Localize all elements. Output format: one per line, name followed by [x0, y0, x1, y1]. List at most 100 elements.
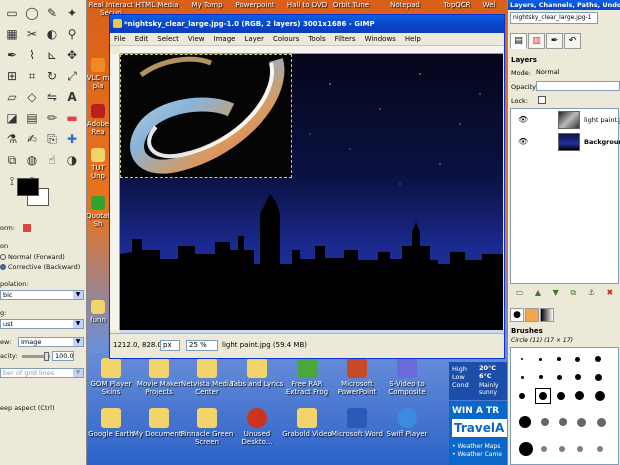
layer-row[interactable]: 👁 Background	[511, 131, 620, 153]
tab-paths[interactable]: ✒	[546, 33, 563, 49]
interpolation-select[interactable]: bic ▼	[0, 290, 84, 300]
menu-help[interactable]: Help	[405, 33, 421, 45]
bucket-fill-tool-icon[interactable]: ◪	[3, 109, 21, 127]
tab-channels[interactable]: ▥	[528, 33, 545, 49]
duplicate-layer-icon[interactable]: ⧉	[570, 288, 576, 300]
rotate-tool-icon[interactable]: ↻	[43, 67, 61, 85]
brush-item[interactable]	[541, 418, 549, 426]
anchor-layer-icon[interactable]: ⚓	[588, 288, 595, 300]
lock-alpha-checkbox[interactable]	[538, 96, 546, 104]
menu-tools[interactable]: Tools	[308, 33, 325, 45]
desktop-icon[interactable]: Swiff Player	[378, 408, 436, 438]
scale-tool-icon[interactable]: ⤢	[63, 67, 81, 85]
clone-tool-icon[interactable]: ⎘	[43, 130, 61, 148]
brush-item[interactable]	[521, 376, 524, 379]
brush-item[interactable]	[521, 358, 523, 360]
clipping-select[interactable]: ust ▼	[0, 319, 84, 329]
preview-select[interactable]: Image ▼	[18, 337, 84, 347]
desktop-icon[interactable]: VLC m pla	[86, 58, 110, 90]
desktop-icon[interactable]: Adobe Rea	[86, 104, 110, 136]
image-window-titlebar[interactable]: *nightsky_clear_large.jpg-1.0 (RGB, 2 la…	[110, 15, 504, 33]
pencil-tool-icon[interactable]: ✏	[43, 109, 61, 127]
desktop-icon[interactable]: Quotation Sh	[86, 196, 121, 228]
menu-edit[interactable]: Edit	[135, 33, 149, 45]
image-select[interactable]: nightsky_clear_large.jpg-1	[510, 12, 598, 24]
brush-item[interactable]	[539, 358, 542, 361]
brush-item[interactable]	[577, 446, 583, 452]
brush-item[interactable]	[539, 375, 543, 379]
smudge-tool-icon[interactable]: ☝	[43, 151, 61, 169]
opacity-slider-handle[interactable]	[44, 352, 49, 361]
brush-item[interactable]	[577, 418, 586, 427]
image-canvas[interactable]	[120, 54, 503, 330]
desktop-icon[interactable]: Notepad	[376, 1, 434, 9]
raise-layer-icon[interactable]: ▲	[535, 288, 541, 300]
brush-grid[interactable]	[510, 347, 619, 465]
brush-item[interactable]	[597, 446, 603, 452]
layer-opacity-slider[interactable]	[536, 81, 620, 91]
tab-undo[interactable]: ↶	[564, 33, 581, 49]
shear-tool-icon[interactable]: ▱	[3, 88, 21, 106]
weather-widget[interactable]: High Low Cond 20°C 6°C Mainly sunny	[449, 362, 507, 400]
fuzzy-select-tool-icon[interactable]: ✦	[63, 4, 81, 22]
select-by-color-tool-icon[interactable]: ▦	[3, 25, 21, 43]
menu-image[interactable]: Image	[214, 33, 236, 45]
brush-item[interactable]	[541, 446, 547, 452]
brush-item[interactable]	[559, 446, 565, 452]
brush-item[interactable]	[519, 416, 531, 428]
desktop-icon[interactable]: Orbit Tune	[322, 1, 380, 9]
brush-item[interactable]	[575, 374, 581, 380]
horizontal-ruler[interactable]	[120, 46, 503, 54]
menu-select[interactable]: Select	[157, 33, 179, 45]
airbrush-tool-icon[interactable]: ⚗	[3, 130, 21, 148]
ellipse-select-tool-icon[interactable]: ◯	[23, 4, 41, 22]
measure-tool-icon[interactable]: ⊾	[43, 46, 61, 64]
tab-patterns[interactable]	[525, 308, 539, 322]
brush-item[interactable]	[557, 357, 561, 361]
menu-filters[interactable]: Filters	[335, 33, 356, 45]
brush-item[interactable]	[575, 357, 580, 362]
tab-gradients[interactable]	[540, 308, 554, 322]
blend-tool-icon[interactable]: ▤	[23, 109, 41, 127]
brush-item[interactable]	[595, 356, 601, 362]
delete-layer-icon[interactable]: ✖	[606, 288, 613, 300]
corrective-backward-radio[interactable]: Corrective (Backward)	[0, 263, 80, 271]
normal-forward-radio[interactable]: Normal (Forward)	[0, 253, 65, 261]
brush-item[interactable]	[559, 418, 567, 426]
move-tool-icon[interactable]: ✥	[63, 46, 81, 64]
eye-icon[interactable]: 👁	[518, 131, 528, 153]
desktop-icon[interactable]: TUT Unp	[86, 148, 110, 180]
brush-item[interactable]	[597, 418, 606, 427]
align-tool-icon[interactable]: ⊞	[3, 67, 21, 85]
brush-item[interactable]	[575, 391, 584, 400]
foreground-color-swatch[interactable]	[17, 178, 39, 196]
opacity-slider[interactable]	[22, 352, 50, 361]
text-tool-icon[interactable]: A	[63, 88, 81, 106]
lower-layer-icon[interactable]: ▼	[553, 288, 559, 300]
keep-aspect-checkbox[interactable]: eep aspect (Ctrl)	[0, 404, 55, 412]
paths-tool-icon[interactable]: ✒	[3, 46, 21, 64]
desktop-icon[interactable]: funn	[86, 300, 110, 324]
perspective-clone-tool-icon[interactable]: ⧉	[3, 151, 21, 169]
flip-tool-icon[interactable]: ⇋	[43, 88, 61, 106]
light-paint-layer[interactable]	[120, 54, 292, 178]
eraser-tool-icon[interactable]: ▬	[63, 109, 81, 127]
brush-item[interactable]	[595, 374, 602, 381]
grid-lines-select[interactable]: ber of grid lines ▼	[0, 368, 84, 378]
dock-titlebar[interactable]: Layers, Channels, Paths, Undo -	[508, 0, 620, 10]
zoom-select[interactable]: 25 %	[186, 340, 218, 351]
desktop-icon[interactable]: Wel	[470, 1, 508, 9]
menu-file[interactable]: File	[114, 33, 126, 45]
unit-select[interactable]: px	[160, 340, 180, 351]
tab-layers[interactable]: ▤	[510, 33, 527, 49]
desktop-icon[interactable]: S-Video to Composite	[378, 358, 436, 396]
menu-layer[interactable]: Layer	[244, 33, 264, 45]
brush-item[interactable]	[557, 375, 562, 380]
ink-tool-icon[interactable]: ✍	[23, 130, 41, 148]
eye-icon[interactable]: 👁	[518, 109, 528, 131]
foreground-select-tool-icon[interactable]: ◐	[43, 25, 61, 43]
desktop-icon[interactable]: Powerpoint	[226, 1, 284, 9]
menu-windows[interactable]: Windows	[365, 33, 396, 45]
perspective-tool-icon[interactable]: ◇	[23, 88, 41, 106]
convolve-tool-icon[interactable]: ◍	[23, 151, 41, 169]
